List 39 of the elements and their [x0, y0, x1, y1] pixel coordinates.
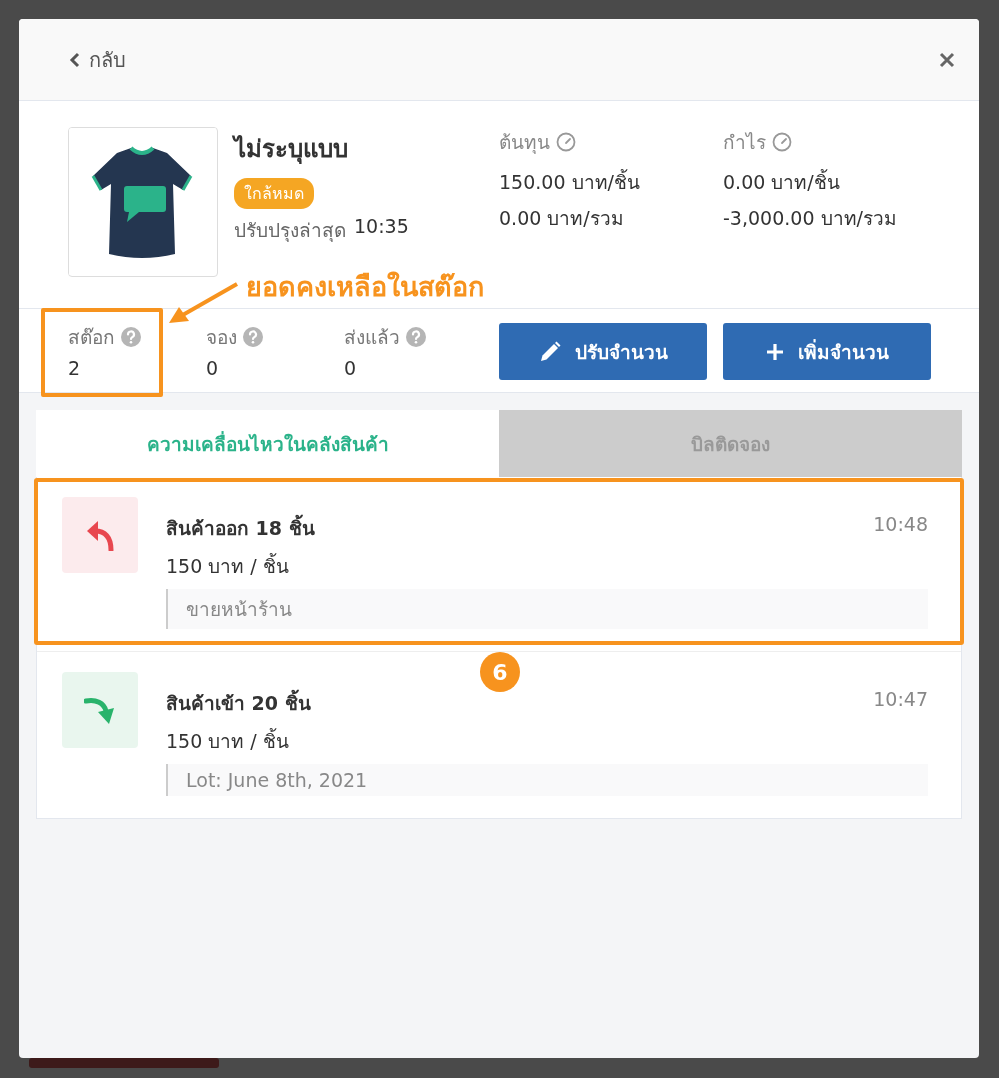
- figure-value: 0.00 บาท/ชิ้น: [723, 171, 840, 193]
- chevron-left-icon: [69, 51, 81, 68]
- updated-label: ปรับปรุงล่าสุด: [234, 218, 346, 244]
- help-icon[interactable]: [121, 327, 141, 347]
- figure-value: 150.00 บาท/ชิ้น: [499, 171, 640, 193]
- back-link[interactable]: กลับ: [69, 43, 126, 76]
- stat-value: 0: [206, 357, 219, 379]
- movement-title: สินค้าเข้า 20 ชิ้น: [166, 688, 311, 718]
- stat-value: 2: [68, 357, 81, 379]
- movement-price: 150 บาท / ชิ้น: [166, 730, 289, 752]
- help-icon[interactable]: [406, 327, 426, 347]
- product-name: ไม่ระบุแบบ: [234, 134, 349, 166]
- stat-label: ส่งแล้ว: [344, 325, 400, 350]
- adjust-quantity-button[interactable]: ปรับจำนวน: [499, 323, 707, 380]
- stat-value: 0: [344, 357, 357, 379]
- gauge-icon: [556, 132, 576, 152]
- plus-icon: [765, 342, 784, 361]
- stat-label: สต๊อก: [68, 325, 115, 350]
- updated-time: 10:35: [354, 215, 409, 239]
- movement-time: 10:47: [873, 688, 928, 712]
- movement-price: 150 บาท / ชิ้น: [166, 555, 289, 577]
- figure-label: กำไร: [723, 130, 766, 155]
- figure-value: -3,000.00 บาท/รวม: [723, 207, 897, 229]
- annotation-text: ยอดคงเหลือในสต๊อก: [246, 270, 484, 304]
- movement-time: 10:48: [873, 513, 928, 537]
- status-badge: ใกล้หมด: [234, 178, 314, 209]
- pencil-icon: [538, 340, 561, 363]
- movement-title: สินค้าออก 18 ชิ้น: [166, 513, 315, 543]
- close-icon[interactable]: [939, 51, 955, 68]
- curved-arrow-icon: [85, 519, 115, 551]
- movement-note: Lot: June 8th, 2021: [166, 764, 928, 796]
- movement-note: ขายหน้าร้าน: [166, 589, 928, 629]
- add-quantity-button[interactable]: เพิ่มจำนวน: [723, 323, 931, 380]
- figure-label: ต้นทุน: [499, 130, 550, 156]
- figure-value: 0.00 บาท/รวม: [499, 207, 624, 229]
- stat-label: จอง: [206, 325, 237, 350]
- help-icon[interactable]: [243, 327, 263, 347]
- curved-arrow-icon: [84, 695, 116, 725]
- gauge-icon: [772, 132, 792, 152]
